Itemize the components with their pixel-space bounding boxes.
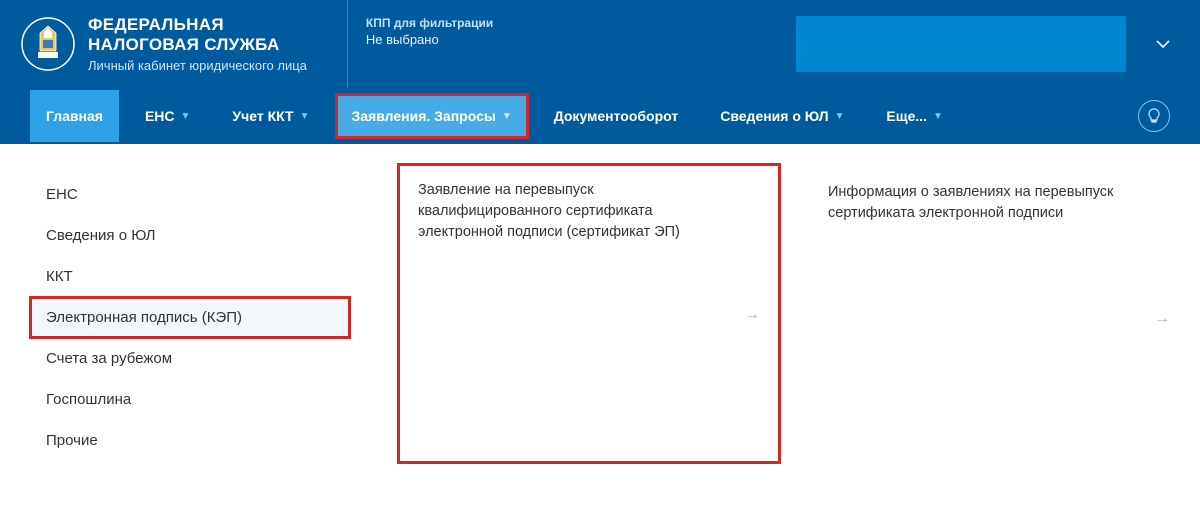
header-title-line2: НАЛОГОВАЯ СЛУЖБА [88,35,307,55]
nav-docflow-label: Документооборот [554,108,679,124]
user-info-block[interactable] [796,16,1126,72]
card-reissue-request[interactable]: Заявление на перевыпуск квалифицированно… [400,166,778,461]
nav-docflow[interactable]: Документооборот [538,90,695,142]
sidebar: ЕНС Сведения о ЮЛ ККТ Электронная подпис… [30,174,350,461]
card-requests-info[interactable]: Информация о заявлениях на перевыпуск се… [828,174,1170,461]
card-info-text: Информация о заявлениях на перевыпуск се… [828,182,1142,224]
nav-requests-label: Заявления. Запросы [352,108,496,124]
kpp-filter-block[interactable]: КПП для фильтрации Не выбрано [347,0,511,88]
sidebar-item-state-duty[interactable]: Госпошлина [30,379,350,420]
nav-more-label: Еще... [886,108,927,124]
arrow-right-icon: → [744,306,760,324]
kpp-value: Не выбрано [366,32,493,47]
nav-entity-info-label: Сведения о ЮЛ [720,108,828,124]
nav-ens[interactable]: ЕНС ▼ [129,90,206,142]
nav-kkt[interactable]: Учет ККТ ▼ [216,90,325,142]
nav-more[interactable]: Еще... ▼ [870,90,959,142]
header-right [796,0,1170,88]
header-left: ФЕДЕРАЛЬНАЯ НАЛОГОВАЯ СЛУЖБА Личный каби… [20,0,307,88]
card-reissue-text: Заявление на перевыпуск квалифицированно… [418,180,732,243]
nav-home[interactable]: Главная [30,90,119,142]
sidebar-item-ens[interactable]: ЕНС [30,174,350,215]
header-subtitle: Личный кабинет юридического лица [88,58,307,73]
header-title-block: ФЕДЕРАЛЬНАЯ НАЛОГОВАЯ СЛУЖБА Личный каби… [88,15,307,73]
main-area: Заявление на перевыпуск квалифицированно… [400,174,1170,461]
kpp-label: КПП для фильтрации [366,16,493,30]
sidebar-item-kkt[interactable]: ККТ [30,256,350,297]
content-area: ЕНС Сведения о ЮЛ ККТ Электронная подпис… [0,144,1200,501]
nav-entity-info[interactable]: Сведения о ЮЛ ▼ [704,90,860,142]
nav-ens-label: ЕНС [145,108,175,124]
nav-home-label: Главная [46,108,103,124]
caret-down-icon: ▼ [181,111,191,122]
nav-kkt-label: Учет ККТ [232,108,293,124]
arrow-right-icon: → [1154,310,1170,328]
sidebar-item-other[interactable]: Прочие [30,420,350,461]
caret-down-icon: ▼ [835,111,845,122]
nav-requests[interactable]: Заявления. Запросы ▼ [336,94,528,138]
sidebar-item-entity-info[interactable]: Сведения о ЮЛ [30,215,350,256]
sidebar-item-esignature[interactable]: Электронная подпись (КЭП) [30,297,350,338]
caret-down-icon: ▼ [502,111,512,122]
main-nav: Главная ЕНС ▼ Учет ККТ ▼ Заявления. Запр… [0,88,1200,144]
header: ФЕДЕРАЛЬНАЯ НАЛОГОВАЯ СЛУЖБА Личный каби… [0,0,1200,88]
header-title-line1: ФЕДЕРАЛЬНАЯ [88,15,307,35]
lightbulb-icon[interactable] [1138,100,1170,132]
fns-logo-icon [20,16,76,72]
caret-down-icon: ▼ [300,111,310,122]
sidebar-item-foreign-accounts[interactable]: Счета за рубежом [30,338,350,379]
caret-down-icon: ▼ [933,111,943,122]
chevron-down-icon[interactable] [1156,35,1170,53]
